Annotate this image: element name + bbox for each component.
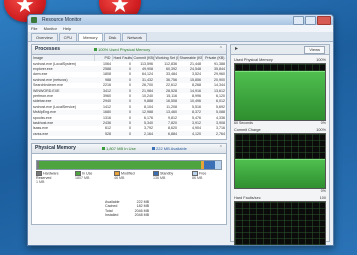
memory-usage-indicator-icon [94,48,97,52]
legend-value: 136 MB [153,176,166,180]
value-cell: 528 [94,131,112,137]
legend-label: Modified [121,171,135,176]
available-hint: 222 MB Available [152,144,187,153]
graph-footer: 60 Seconds 0% [234,121,326,125]
menu-file[interactable]: File [31,26,37,31]
graph-fill [235,158,325,188]
physical-memory-title: Physical Memory [35,145,76,151]
table-body: svchost.exe (LocalSystem) 1064 0 113,596 112… [32,61,226,137]
views-button[interactable]: Views [304,46,325,54]
resource-monitor-window: Resource Monitor File Monitor Help Overv… [27,14,334,246]
stat-row: Installed 2048 MB [105,213,149,217]
window-controls [293,16,331,25]
table-row[interactable]: svchost.exe (LocalService) 1412 0 8,104 11,2… [32,104,226,109]
legend-value: 46 MB [114,176,125,180]
details-column: Processes 100% Used Physical Memory ⌃ Im… [31,44,227,242]
stat-label: Installed [105,213,119,218]
legend-item: Modified 46 MB [114,171,144,184]
legend-value: 1 MB [36,180,45,184]
graph-canvas [234,63,326,121]
processes-title: Processes [35,46,61,52]
table-row[interactable]: SearchIndexer.exe 2216 0 26,700 22,612 8,268 1… [32,83,226,88]
memory-bar-segment [38,161,201,169]
minimize-button[interactable] [293,16,304,25]
physical-memory-panel: Physical Memory 1,807 MB In Use 222 MB A… [31,143,227,225]
graph-block: Used Physical Memory 100% 60 Seconds 0% [234,58,326,125]
memory-bar-segment [204,161,216,169]
tab-memory[interactable]: Memory [78,33,103,41]
table-row[interactable]: svchost.exe (netsvcs) 988 0 31,432 36,756 15,… [32,77,226,83]
processes-table: ImagePIDHard Faults/secCommit (KB)Workin… [31,55,227,140]
available-indicator-icon [152,147,155,151]
tab-cpu[interactable]: CPU [58,33,78,41]
in-use-hint: 1,807 MB In Use [102,144,136,153]
legend-label: In Use [82,171,93,176]
main-content: Processes 100% Used Physical Memory ⌃ Im… [28,42,333,245]
memory-stats: Available 222 MB Cached 182 MB Total 2046 MB I… [105,200,149,218]
memory-usage-bar [36,160,222,170]
physical-memory-header[interactable]: Physical Memory 1,807 MB In Use 222 MB A… [31,143,227,154]
window-title: Resource Monitor [42,17,82,23]
graph-block: Commit Charge 100% 0% [234,128,326,193]
graph-grid [235,202,325,245]
legend-label: Free [199,171,207,176]
table-row[interactable]: csrss.exe 528 0 2,164 6,884 4,120 2,764 [32,131,226,137]
legend-value: 86 MB [192,176,203,180]
graph-canvas [234,201,326,245]
legend-item: Free 86 MB [192,171,222,184]
table-row[interactable]: svchost.exe (LocalSystem) 1064 0 113,596 112… [32,61,226,66]
legend-item: In Use 1807 MB [75,171,105,184]
graph-canvas [234,133,326,189]
maximize-button[interactable] [305,16,316,25]
graphs-pane: ▸ Views Used Physical Memory 100% 60 Secon… [230,44,330,245]
value-cell: 2,764 [202,131,226,137]
tab-network[interactable]: Network [122,33,148,41]
menu-help[interactable]: Help [63,26,71,31]
legend-item: Standby 136 MB [153,171,183,184]
legend-value: 1807 MB [75,176,90,180]
processes-hint: 100% Used Physical Memory [94,45,150,54]
collapse-icon[interactable]: ⌃ [219,144,223,153]
close-button[interactable] [317,16,331,25]
value-cell: 6,884 [154,131,178,137]
value-cell: 2,164 [132,131,154,137]
graph-footer-right: 0% [320,121,326,125]
tab-bar: Overview CPU Memory Disk Network [28,32,333,42]
memory-legend: Hardware Reserved 1 MB In Use 1807 MB Modifi… [36,171,222,184]
legend-item: Hardware Reserved 1 MB [36,171,66,184]
graph-block: Hard Faults/sec1000 [234,196,326,245]
title-bar[interactable]: Resource Monitor [28,15,333,25]
process-name-cell: csrss.exe [32,131,94,137]
memory-bar-segment [215,161,221,169]
graph-footer-right: 0% [320,189,326,193]
graph-footer: 0% [234,189,326,193]
collapse-pane-icon[interactable]: ▸ [235,46,238,52]
physical-memory-body: Hardware Reserved 1 MB In Use 1807 MB Modifi… [31,154,227,225]
graphs-list: Used Physical Memory 100% 60 Seconds 0% Comm… [231,58,329,245]
stat-value: 2048 MB [134,213,149,218]
legend-label: Standby [160,171,174,176]
app-icon [31,17,37,23]
menu-bar: File Monitor Help [28,25,333,32]
tab-disk[interactable]: Disk [103,33,122,41]
value-cell: 0 [112,131,132,137]
collapse-icon[interactable]: ⌃ [219,45,223,54]
menu-monitor[interactable]: Monitor [44,26,57,31]
tab-overview[interactable]: Overview [31,33,58,41]
graph-fill [235,70,325,120]
graphs-toolbar: ▸ Views [231,45,329,55]
processes-header[interactable]: Processes 100% Used Physical Memory ⌃ [31,44,227,55]
in-use-indicator-icon [102,147,105,151]
value-cell: 4,120 [178,131,202,137]
graph-footer-left: 60 Seconds [234,121,253,125]
